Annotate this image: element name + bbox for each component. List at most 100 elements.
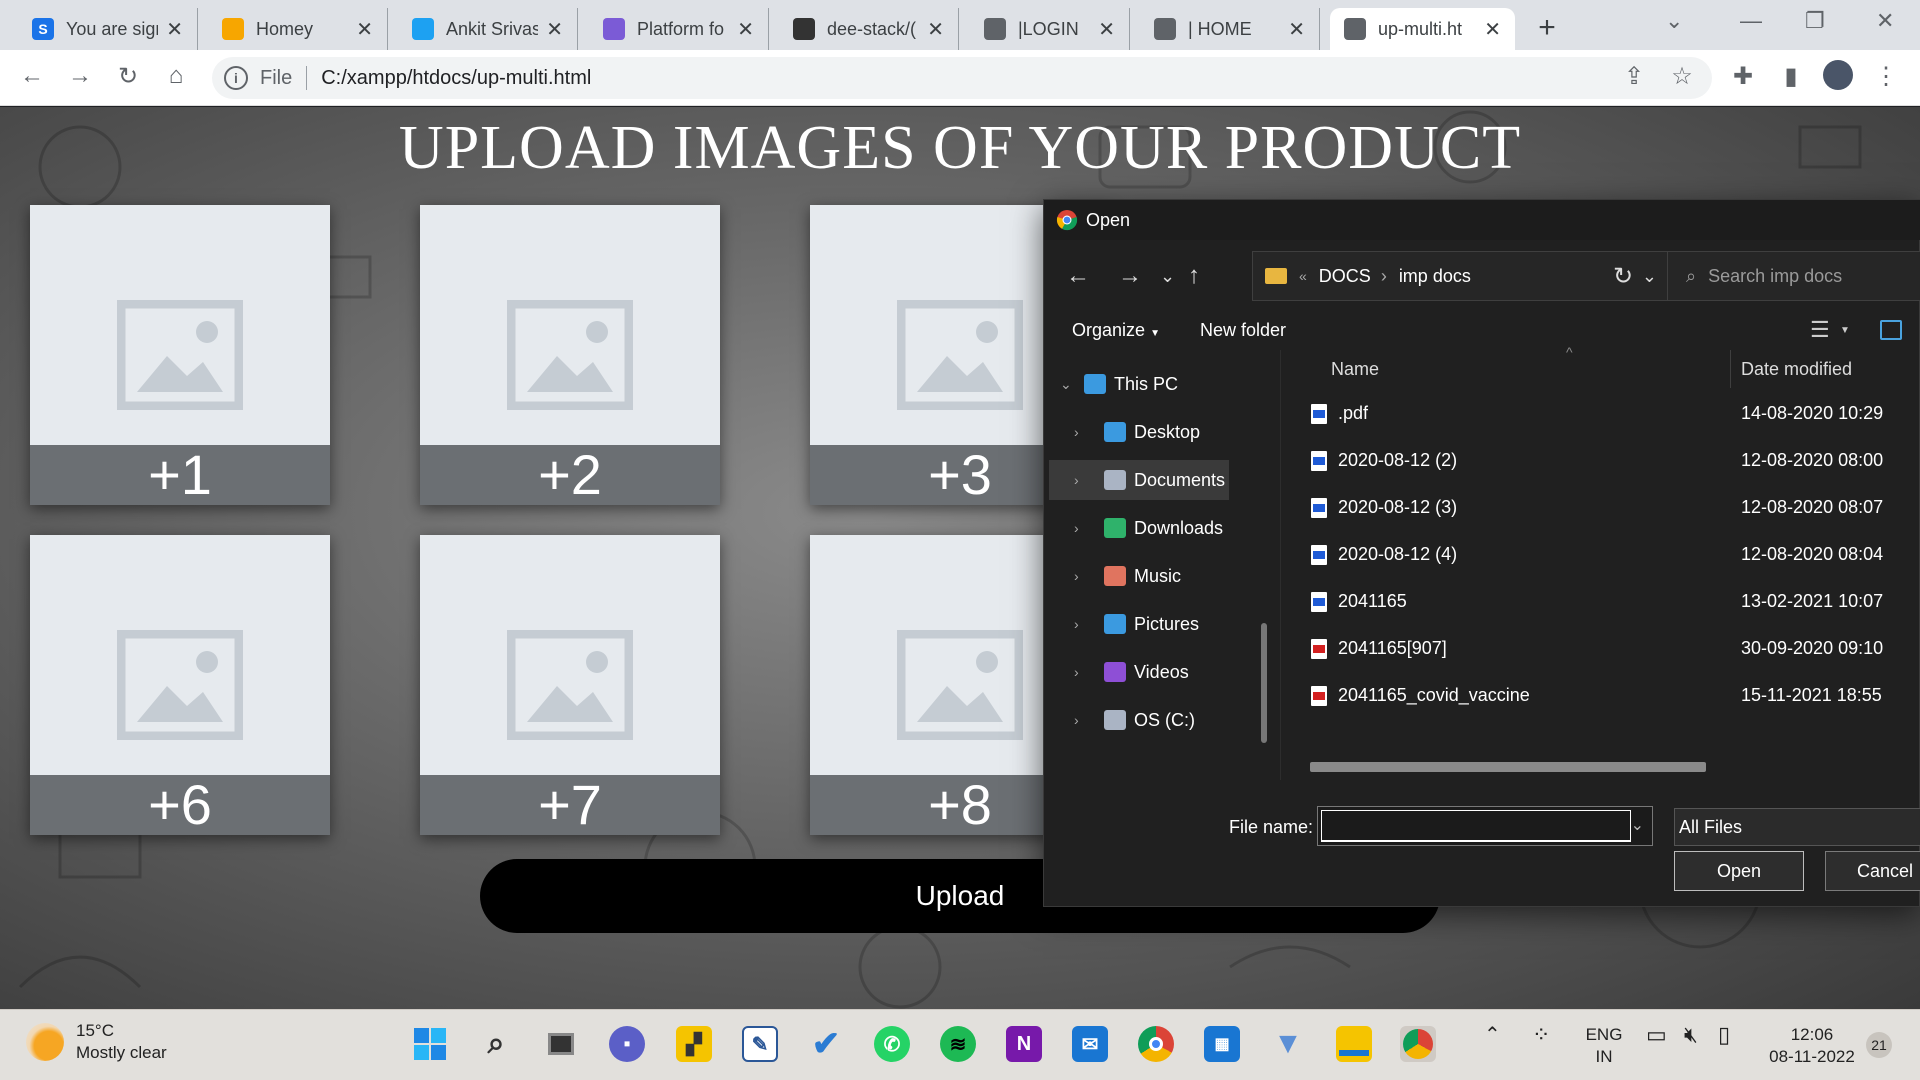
column-header-name[interactable]: Name [1331, 350, 1379, 388]
battery-icon[interactable]: ▯ [1718, 1024, 1730, 1046]
address-bar[interactable]: i File C:/xampp/htdocs/up-multi.html [212, 57, 1712, 99]
preview-pane-icon[interactable] [1880, 320, 1902, 340]
whatsapp-icon[interactable]: ✆ [874, 1026, 910, 1062]
task-view-icon[interactable] [543, 1026, 579, 1062]
file-name-dropdown-icon[interactable]: ⌄ [1631, 815, 1644, 835]
tab-6[interactable]: |LOGIN ✕ [970, 8, 1130, 50]
sticky-notes-icon[interactable]: ▞ [676, 1026, 712, 1062]
expand-chevron-icon[interactable]: › [1074, 712, 1088, 728]
tab-close-icon[interactable]: ✕ [166, 17, 183, 42]
tab-1[interactable]: S You are sign ✕ [18, 8, 198, 50]
tab-3[interactable]: Ankit Srivas ✕ [398, 8, 578, 50]
display-tray-icon[interactable]: ▭ [1646, 1024, 1667, 1046]
network-tray-icon[interactable]: ⁘ [1532, 1024, 1550, 1046]
new-folder-button[interactable]: New folder [1200, 320, 1286, 341]
chat-icon[interactable]: ▪ [609, 1026, 645, 1062]
breadcrumb-current[interactable]: imp docs [1399, 266, 1471, 287]
show-hidden-icons[interactable]: ⌃ [1484, 1024, 1501, 1046]
refresh-icon[interactable]: ↻ [1613, 262, 1633, 291]
image-upload-slot[interactable]: +2 [420, 205, 720, 505]
expand-chevron-icon[interactable]: › [1074, 568, 1088, 584]
site-info-icon[interactable]: i [224, 66, 248, 90]
open-button[interactable]: Open [1674, 851, 1804, 891]
organize-button[interactable]: Organize ▼ [1072, 320, 1160, 341]
share-icon[interactable]: ⇪ [1618, 62, 1650, 91]
cancel-button[interactable]: Cancel [1825, 851, 1920, 891]
file-type-select[interactable]: All Files [1674, 808, 1920, 846]
nav-item-os-c[interactable]: › OS (C:) [1044, 700, 1239, 740]
tab-close-icon[interactable]: ✕ [927, 17, 944, 42]
nav-item-videos[interactable]: › Videos [1044, 652, 1239, 692]
nav-item-desktop[interactable]: › Desktop [1044, 412, 1239, 452]
tab-4[interactable]: Platform fo ✕ [589, 8, 769, 50]
tab-close-icon[interactable]: ✕ [356, 17, 373, 42]
weather-widget[interactable]: 15°C Mostly clear [26, 1020, 167, 1064]
file-row[interactable]: 2020-08-12 (4) 12-08-2020 08:04 [1281, 531, 1920, 578]
file-row[interactable]: 2041165_covid_vaccine 15-11-2021 18:55 [1281, 672, 1920, 719]
close-window-button[interactable]: ✕ [1876, 8, 1894, 34]
view-options-icon[interactable]: ☰ [1810, 317, 1830, 343]
nav-item-pictures[interactable]: › Pictures [1044, 604, 1239, 644]
reload-icon[interactable]: ↻ [112, 62, 144, 91]
file-row[interactable]: 2041165[907] 30-09-2020 09:10 [1281, 625, 1920, 672]
recent-locations-icon[interactable]: ⌄ [1160, 266, 1175, 287]
expand-chevron-icon[interactable]: › [1074, 424, 1088, 440]
file-list-scrollbar[interactable] [1310, 762, 1706, 772]
bookmark-star-icon[interactable]: ☆ [1666, 62, 1698, 91]
search-box[interactable]: ⌕ Search imp docs [1667, 251, 1920, 301]
expand-chevron-icon[interactable]: › [1074, 472, 1088, 488]
restore-button[interactable]: ❐ [1805, 8, 1825, 34]
nav-item-documents[interactable]: › Documents [1049, 460, 1229, 500]
todo-icon[interactable]: ✔ [808, 1025, 844, 1063]
file-row[interactable]: 2020-08-12 (3) 12-08-2020 08:07 [1281, 484, 1920, 531]
tab-close-icon[interactable]: ✕ [1288, 17, 1305, 42]
file-row[interactable]: 2041165 13-02-2021 10:07 [1281, 578, 1920, 625]
expand-chevron-icon[interactable]: › [1074, 664, 1088, 680]
dialog-back-icon[interactable]: ← [1066, 262, 1090, 290]
file-row[interactable]: .pdf 14-08-2020 10:29 [1281, 390, 1920, 437]
file-explorer-icon[interactable] [1336, 1026, 1372, 1062]
profile-avatar[interactable] [1822, 60, 1854, 90]
clock[interactable]: 12:06 08-11-2022 [1766, 1024, 1858, 1068]
file-name-field[interactable]: ⌄ [1317, 806, 1653, 846]
whiteboard-icon[interactable]: ✎ [742, 1026, 778, 1062]
menu-icon[interactable]: ⋮ [1870, 62, 1902, 91]
side-panel-icon[interactable]: ▮ [1775, 62, 1807, 91]
new-tab-button[interactable]: + [1529, 10, 1565, 46]
nav-item-music[interactable]: › Music [1044, 556, 1239, 596]
language-indicator[interactable]: ENG IN [1582, 1024, 1626, 1068]
start-icon[interactable] [412, 1026, 448, 1062]
vpn-icon[interactable]: ▼ [1270, 1026, 1306, 1062]
chrome-taskbar-icon[interactable] [1138, 1026, 1174, 1062]
view-dropdown-icon[interactable]: ▼ [1840, 325, 1850, 336]
image-upload-slot[interactable]: +1 [30, 205, 330, 505]
file-row[interactable]: 2020-08-12 (2) 12-08-2020 08:00 [1281, 437, 1920, 484]
nav-item-this-pc[interactable]: ⌄ This PC [1044, 364, 1239, 404]
image-upload-slot[interactable]: +6 [30, 535, 330, 835]
mail-icon[interactable]: ✉ [1072, 1026, 1108, 1062]
search-icon[interactable]: ⌕ [478, 1026, 514, 1062]
column-divider[interactable] [1730, 350, 1731, 388]
column-header-date[interactable]: Date modified [1741, 350, 1852, 388]
back-icon[interactable]: ← [16, 62, 48, 90]
nav-item-downloads[interactable]: › Downloads [1044, 508, 1239, 548]
expand-chevron-icon[interactable]: › [1074, 616, 1088, 632]
breadcrumb-parent[interactable]: DOCS [1319, 266, 1371, 287]
tab-7[interactable]: | HOME ✕ [1140, 8, 1320, 50]
tab-2[interactable]: Homey ✕ [208, 8, 388, 50]
breadcrumb[interactable]: « DOCS › imp docs ⌄ [1252, 251, 1672, 301]
tab-8[interactable]: up-multi.ht ✕ [1330, 8, 1515, 50]
minimize-button[interactable]: — [1740, 8, 1762, 34]
extensions-icon[interactable]: ✚ [1727, 62, 1759, 91]
home-icon[interactable]: ⌂ [160, 62, 192, 90]
breadcrumb-overflow[interactable]: « [1299, 268, 1307, 284]
calendar-icon[interactable]: ▦ [1204, 1026, 1240, 1062]
chrome-active-icon[interactable] [1400, 1026, 1436, 1062]
volume-muted-icon[interactable]: 🔇︎ [1684, 1024, 1698, 1046]
tab-search-icon[interactable]: ⌄ [1665, 8, 1683, 34]
forward-icon[interactable]: → [64, 62, 96, 90]
notification-badge[interactable]: 21 [1866, 1032, 1892, 1058]
tab-close-icon[interactable]: ✕ [546, 17, 563, 42]
onenote-icon[interactable]: N [1006, 1026, 1042, 1062]
file-name-input[interactable] [1321, 810, 1631, 842]
